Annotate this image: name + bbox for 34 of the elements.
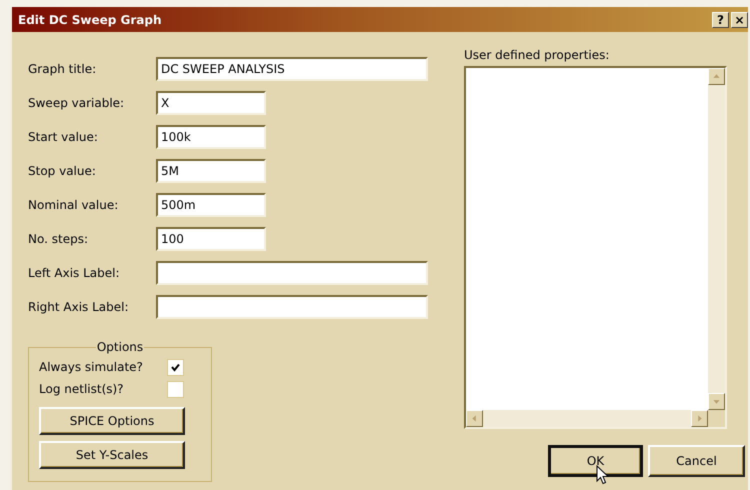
field-label: Sweep variable: bbox=[28, 96, 126, 110]
help-button[interactable]: ? bbox=[712, 12, 729, 28]
field-label: Stop value: bbox=[28, 164, 97, 178]
ok-button[interactable]: OK bbox=[548, 445, 643, 477]
mouse-cursor-icon bbox=[596, 465, 610, 485]
field-label: Start value: bbox=[28, 130, 99, 144]
input-field[interactable]: 100k bbox=[156, 125, 266, 149]
checkbox-label: Always simulate? bbox=[39, 360, 144, 374]
input-field[interactable]: 100 bbox=[156, 227, 266, 251]
field-label: Left Axis Label: bbox=[28, 266, 121, 280]
input-field[interactable]: 500m bbox=[156, 193, 266, 217]
checkbox-label: Log netlist(s)? bbox=[39, 382, 125, 396]
close-button[interactable]: × bbox=[731, 12, 748, 28]
horizontal-scrollbar[interactable] bbox=[466, 410, 708, 427]
options-button[interactable]: Set Y-Scales bbox=[39, 441, 185, 469]
field-label: Right Axis Label: bbox=[28, 300, 130, 314]
window-title: Edit DC Sweep Graph bbox=[18, 12, 162, 26]
options-button[interactable]: SPICE Options bbox=[39, 407, 185, 435]
field-label: Graph title: bbox=[28, 62, 98, 76]
scrollbar-corner bbox=[708, 410, 725, 427]
input-field[interactable]: 5M bbox=[156, 159, 266, 183]
input-field[interactable] bbox=[156, 295, 428, 319]
group-title: Options bbox=[96, 340, 144, 354]
cancel-button[interactable]: Cancel bbox=[648, 445, 745, 477]
checkbox[interactable] bbox=[167, 358, 184, 376]
field-label: No. steps: bbox=[28, 232, 89, 246]
input-field[interactable]: DC SWEEP ANALYSIS bbox=[156, 57, 428, 81]
field-label: Nominal value: bbox=[28, 198, 120, 212]
properties-label: User defined properties: bbox=[464, 48, 610, 64]
checkbox[interactable] bbox=[167, 380, 184, 398]
vertical-scrollbar[interactable] bbox=[708, 68, 725, 410]
input-field[interactable] bbox=[156, 261, 428, 285]
input-field[interactable]: X bbox=[156, 91, 266, 115]
check-icon bbox=[171, 362, 180, 372]
